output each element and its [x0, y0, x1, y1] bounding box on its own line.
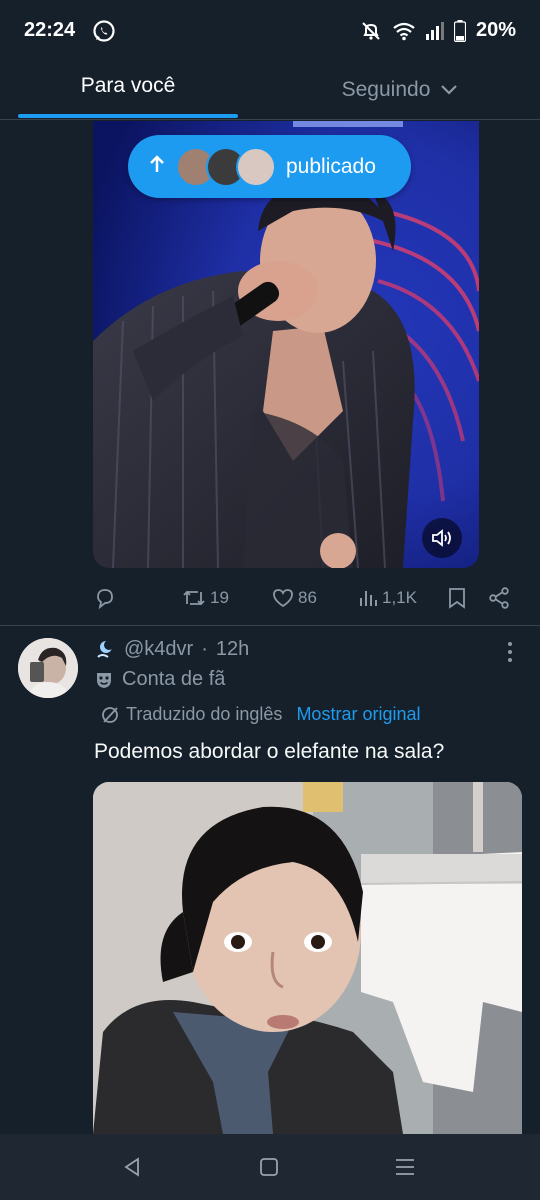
post-handle[interactable]: @k4dvr [124, 638, 193, 661]
signal-icon [425, 21, 444, 40]
bookmark-icon [449, 588, 465, 609]
active-tab-indicator [18, 114, 238, 118]
pill-avatars [176, 146, 276, 188]
more-options-icon[interactable] [500, 640, 520, 664]
home-icon [260, 1158, 278, 1176]
battery-percent: 20% [475, 19, 516, 41]
battery-icon [453, 19, 466, 42]
wifi-icon [392, 21, 416, 41]
views-button[interactable]: 1,1K [358, 580, 417, 616]
image-media[interactable] [93, 782, 522, 1134]
bookmark-button[interactable] [448, 580, 466, 616]
menu-button[interactable] [365, 1134, 445, 1200]
mask-icon [97, 672, 111, 688]
tab-following[interactable]: Seguindo [300, 60, 500, 120]
blue-moon-icon [97, 639, 114, 658]
mute-icon [360, 20, 382, 42]
share-icon [489, 587, 509, 609]
retweet-icon [183, 590, 205, 606]
posted-label: publicado [286, 154, 376, 178]
back-button[interactable] [92, 1134, 172, 1200]
like-count: 86 [298, 588, 317, 607]
system-navigation-bar [0, 1134, 540, 1200]
heart-icon [273, 589, 293, 608]
tab-for-you-label: Para você [80, 74, 176, 97]
back-icon [124, 1157, 139, 1177]
reply-button[interactable] [93, 580, 121, 616]
menu-icon [396, 1159, 414, 1175]
status-time: 22:24 [24, 19, 76, 41]
arrow-up-icon [150, 154, 166, 179]
translate-icon [102, 706, 118, 723]
volume-button[interactable] [422, 518, 462, 558]
avatar[interactable] [18, 638, 78, 698]
translation-row: Traduzido do inglês Mostrar original [100, 704, 420, 725]
separator-dot: · [201, 638, 208, 660]
home-button[interactable] [229, 1134, 309, 1200]
post-divider [0, 625, 540, 626]
retweet-count: 19 [210, 588, 229, 607]
like-button[interactable]: 86 [272, 580, 317, 616]
status-bar: 22:24 20% [0, 0, 540, 60]
views-icon [360, 591, 377, 606]
translated-label: Traduzido do inglês [126, 704, 283, 724]
tab-following-label: Seguindo [341, 78, 431, 101]
fan-account-label: Conta de fã [122, 668, 226, 690]
post-text: Podemos abordar o elefante na sala? [94, 740, 445, 763]
fan-account-badge: Conta de fã [94, 668, 225, 691]
whatsapp-icon [92, 19, 116, 43]
share-button[interactable] [488, 580, 510, 616]
post-time[interactable]: 12h [216, 638, 249, 661]
volume-icon [432, 529, 451, 547]
avatar [236, 146, 276, 187]
retweet-button[interactable]: 19 [182, 580, 229, 616]
timeline-tabs: Para você Seguindo [0, 60, 540, 120]
post-actions: 19 86 1,1K [0, 580, 540, 616]
views-count: 1,1K [382, 588, 417, 607]
posted-notification-pill[interactable]: publicado [128, 135, 411, 198]
reply-icon [97, 589, 113, 610]
chevron-down-icon [441, 85, 458, 95]
post-header: @k4dvr · 12h [94, 638, 249, 661]
tab-for-you[interactable]: Para você [18, 60, 238, 120]
show-original-link[interactable]: Mostrar original [296, 704, 420, 725]
